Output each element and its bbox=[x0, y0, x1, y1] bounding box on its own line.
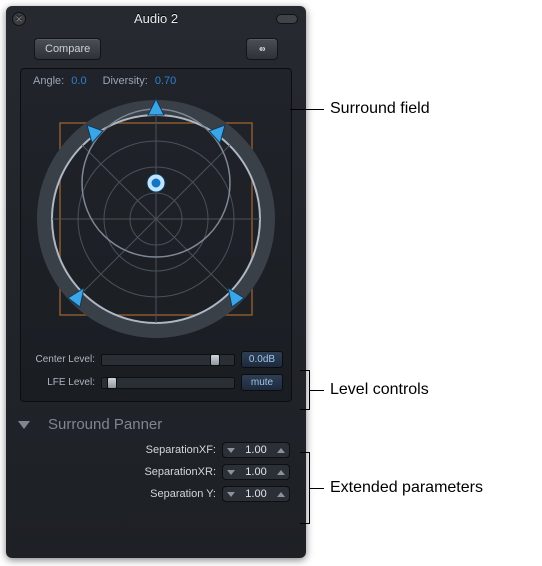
lfe-level-slider[interactable] bbox=[101, 377, 235, 389]
slider-thumb-icon[interactable] bbox=[210, 354, 220, 366]
param-stepper[interactable]: 1.00 bbox=[222, 486, 290, 502]
center-level-readout[interactable]: 0.0dB bbox=[241, 351, 283, 368]
param-stepper[interactable]: 1.00 bbox=[222, 442, 290, 458]
window-pill-icon[interactable] bbox=[276, 14, 298, 24]
surround-field-box: Angle: 0.0 Diversity: 0.70 bbox=[20, 68, 292, 402]
chevron-down-icon[interactable] bbox=[227, 492, 235, 497]
slider-thumb-icon[interactable] bbox=[107, 377, 117, 389]
compare-button[interactable]: Compare bbox=[34, 38, 101, 60]
link-button[interactable] bbox=[246, 38, 278, 60]
param-row: SeparationXR: 1.00 bbox=[6, 461, 306, 483]
chevron-up-icon[interactable] bbox=[277, 492, 285, 497]
lfe-mute-button[interactable]: mute bbox=[241, 374, 283, 391]
pan-puck-icon bbox=[147, 174, 165, 192]
extended-params-header: Surround Panner bbox=[16, 416, 296, 433]
param-row: SeparationXF: 1.00 bbox=[6, 439, 306, 461]
lfe-level-row: LFE Level: mute bbox=[29, 374, 283, 391]
param-label: Separation Y: bbox=[150, 488, 216, 500]
center-level-label: Center Level: bbox=[29, 354, 95, 365]
param-value[interactable]: 1.00 bbox=[241, 444, 271, 456]
chevron-down-icon[interactable] bbox=[227, 448, 235, 453]
extended-params: SeparationXF:1.00SeparationXR:1.00Separa… bbox=[6, 439, 306, 505]
callout-surround-field: Surround field bbox=[290, 100, 430, 118]
param-label: SeparationXF: bbox=[146, 444, 216, 456]
callout-extended-params: Extended parameters bbox=[300, 452, 483, 524]
chevron-down-icon[interactable] bbox=[227, 470, 235, 475]
param-value[interactable]: 1.00 bbox=[241, 488, 271, 500]
window-title: Audio 2 bbox=[134, 11, 178, 26]
readouts: Angle: 0.0 Diversity: 0.70 bbox=[29, 75, 283, 91]
toolbar: Compare bbox=[6, 32, 306, 68]
diversity-value[interactable]: 0.70 bbox=[155, 75, 176, 87]
callout-level-controls: Level controls bbox=[300, 370, 429, 410]
lfe-level-label: LFE Level: bbox=[29, 377, 95, 388]
disclosure-triangle-icon[interactable] bbox=[18, 421, 30, 429]
diversity-label: Diversity: bbox=[103, 75, 148, 87]
param-row: Separation Y: 1.00 bbox=[6, 483, 306, 505]
angle-label: Angle: bbox=[33, 75, 64, 87]
section-title: Surround Panner bbox=[48, 416, 162, 433]
param-stepper[interactable]: 1.00 bbox=[222, 464, 290, 480]
surround-panner-panel: ✕ Audio 2 Compare Angle: 0.0 Diversity: … bbox=[6, 6, 306, 558]
window-titlebar: ✕ Audio 2 bbox=[6, 6, 306, 32]
surround-field[interactable] bbox=[30, 93, 282, 345]
chevron-up-icon[interactable] bbox=[277, 448, 285, 453]
param-label: SeparationXR: bbox=[144, 466, 216, 478]
angle-value[interactable]: 0.0 bbox=[71, 75, 86, 87]
center-level-row: Center Level: 0.0dB bbox=[29, 351, 283, 368]
param-value[interactable]: 1.00 bbox=[241, 466, 271, 478]
chevron-up-icon[interactable] bbox=[277, 470, 285, 475]
link-icon bbox=[257, 43, 267, 55]
close-icon[interactable]: ✕ bbox=[12, 12, 26, 26]
center-level-slider[interactable] bbox=[101, 354, 235, 366]
